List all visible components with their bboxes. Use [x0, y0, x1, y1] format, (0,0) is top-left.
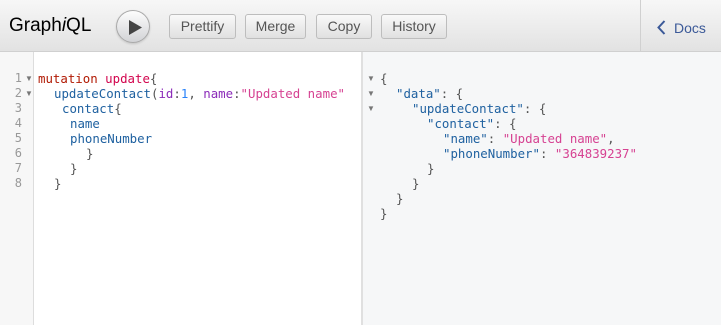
result-line: } [380, 206, 388, 221]
line-number: 5 [14, 131, 22, 145]
merge-button[interactable]: Merge [245, 14, 306, 39]
result-line: } [427, 161, 435, 176]
copy-button[interactable]: Copy [316, 14, 372, 39]
result-line: { [380, 71, 388, 86]
code-line-1: mutation update{ [38, 71, 158, 86]
history-button[interactable]: History [381, 14, 447, 39]
line-number: 6 [14, 146, 22, 160]
code-line-6: } [86, 146, 94, 161]
play-icon [129, 20, 142, 35]
line-number: 4 [14, 116, 22, 130]
code-line-4: name [70, 116, 100, 131]
chevron-left-icon [657, 20, 666, 35]
fold-arrow-icon[interactable]: ▼ [367, 71, 375, 86]
prettify-button[interactable]: Prettify [169, 14, 236, 39]
result-line: "updateContact": { [412, 101, 547, 116]
app-title: GraphiQL [9, 15, 92, 36]
line-number: 2 [14, 86, 22, 100]
line-number: 3 [14, 101, 22, 115]
code-line-5: phoneNumber [70, 131, 153, 146]
result-line: "name": "Updated name", [443, 131, 615, 146]
code-line-3: contact{ [62, 101, 122, 116]
code-line-8: } [54, 176, 62, 191]
line-gutter: 1 2 3 4 5 6 7 8 ▼ ▼ [0, 52, 34, 325]
query-editor[interactable]: 1 2 3 4 5 6 7 8 ▼ ▼ mutation update{ upd… [0, 52, 362, 325]
execute-query-button[interactable] [116, 10, 150, 43]
fold-arrow-icon[interactable]: ▼ [25, 71, 33, 86]
line-number: 8 [14, 176, 22, 190]
result-viewer[interactable]: ▼ ▼ ▼ { "data": { "updateContact": { "co… [362, 52, 721, 325]
result-line: "phoneNumber": "364839237" [443, 146, 637, 161]
line-number: 1 [14, 71, 22, 85]
result-line: } [396, 191, 404, 206]
code-line-7: } [70, 161, 78, 176]
docs-button[interactable]: Docs [640, 0, 721, 52]
line-number: 7 [14, 161, 22, 175]
toolbar: GraphiQL Prettify Merge Copy History Doc… [0, 0, 721, 52]
result-line: "data": { [396, 86, 464, 101]
result-gutter: ▼ ▼ ▼ [363, 52, 375, 325]
result-line: "contact": { [427, 116, 517, 131]
fold-arrow-icon[interactable]: ▼ [367, 101, 375, 116]
docs-label: Docs [674, 20, 706, 36]
fold-arrow-icon[interactable]: ▼ [367, 86, 375, 101]
code-line-2: updateContact(id:1, name:"Updated name" [54, 86, 345, 101]
fold-arrow-icon[interactable]: ▼ [25, 86, 33, 101]
result-line: } [412, 176, 420, 191]
